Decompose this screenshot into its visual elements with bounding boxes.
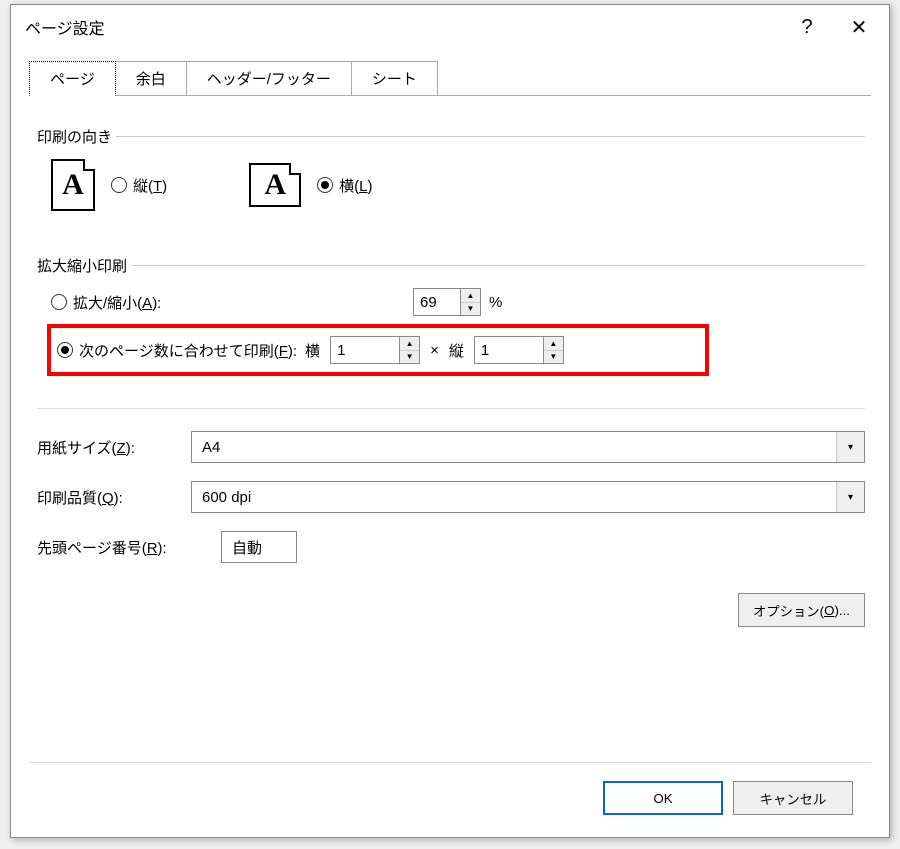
options-row: オプション(O)...: [37, 593, 865, 627]
spinner-down-icon[interactable]: ▼: [461, 303, 480, 316]
cancel-button[interactable]: キャンセル: [733, 781, 853, 815]
radio-bullet-icon: [317, 177, 333, 193]
orientation-group-line: [37, 136, 865, 137]
print-quality-label: 印刷品質(Q):: [37, 487, 177, 508]
tab-header-footer[interactable]: ヘッダー/フッター: [186, 61, 352, 96]
orientation-landscape-radio[interactable]: 横(L): [317, 175, 372, 196]
spinner-down-icon[interactable]: ▼: [400, 351, 419, 364]
portrait-page-icon-letter: A: [62, 168, 84, 202]
tab-content: 印刷の向き A 縦(T): [29, 96, 871, 762]
spinner-arrows[interactable]: ▲ ▼: [543, 337, 563, 363]
fit-to-label: 次のページ数に合わせて印刷(F):: [79, 340, 297, 361]
portrait-page-icon: A: [51, 159, 95, 211]
adjust-to-radio[interactable]: [51, 294, 67, 310]
paper-size-value: A4: [192, 435, 836, 460]
radio-bullet-icon: [51, 294, 67, 310]
tab-page[interactable]: ページ: [29, 61, 116, 96]
scaling-group: 拡大縮小印刷 拡大/縮小(A): ▲: [37, 245, 865, 382]
fit-wide-input[interactable]: [331, 337, 399, 363]
spinner-arrows[interactable]: ▲ ▼: [399, 337, 419, 363]
dialog-body: ページ 余白 ヘッダー/フッター シート 印刷の向き A: [11, 49, 889, 837]
paper-size-label: 用紙サイズ(Z):: [37, 437, 177, 458]
print-quality-row: 印刷品質(Q): 600 dpi ▾: [37, 481, 865, 513]
orientation-portrait-radio[interactable]: 縦(T): [111, 175, 167, 196]
fit-to-radio[interactable]: [57, 342, 73, 358]
fit-tall-spinner[interactable]: ▲ ▼: [474, 336, 564, 364]
orientation-portrait-label: 縦(T): [133, 175, 167, 196]
fit-tall-label: 縦: [449, 340, 464, 361]
fit-times-label: ×: [430, 342, 439, 359]
adjust-percent-spinner[interactable]: ▲ ▼: [413, 288, 481, 316]
dialog-footer: OK キャンセル: [29, 762, 871, 829]
separator: [37, 408, 865, 409]
first-page-label: 先頭ページ番号(R):: [37, 537, 207, 558]
orientation-landscape-label: 横(L): [339, 175, 372, 196]
adjust-percent-unit: %: [489, 294, 502, 311]
first-page-input[interactable]: 自動: [221, 531, 297, 563]
fit-wide-label: 横: [305, 340, 320, 361]
spinner-up-icon[interactable]: ▲: [461, 289, 480, 303]
spinner-up-icon[interactable]: ▲: [400, 337, 419, 351]
spinner-up-icon[interactable]: ▲: [544, 337, 563, 351]
page-setup-dialog: ページ設定 ? ✕ ページ 余白 ヘッダー/フッター シート 印刷の向き A: [10, 4, 890, 838]
adjust-to-label: 拡大/縮小(A):: [73, 292, 413, 313]
spinner-down-icon[interactable]: ▼: [544, 351, 563, 364]
tab-sheet[interactable]: シート: [351, 61, 438, 96]
fit-to-row-highlight: 次のページ数に合わせて印刷(F): 横 ▲ ▼ × 縦: [47, 324, 709, 376]
adjust-row: 拡大/縮小(A): ▲ ▼ %: [51, 284, 865, 320]
orientation-group: 印刷の向き A 縦(T): [37, 116, 865, 217]
scaling-group-line: [37, 265, 865, 266]
options-button[interactable]: オプション(O)...: [738, 593, 865, 627]
scaling-group-body: 拡大/縮小(A): ▲ ▼ %: [37, 266, 865, 382]
chevron-down-icon[interactable]: ▾: [836, 432, 864, 462]
paper-size-row: 用紙サイズ(Z): A4 ▾: [37, 431, 865, 463]
dialog-title: ページ設定: [25, 15, 781, 39]
fit-tall-input[interactable]: [475, 337, 543, 363]
landscape-page-icon: A: [249, 163, 301, 207]
first-page-row: 先頭ページ番号(R): 自動: [37, 531, 865, 563]
tab-margins[interactable]: 余白: [115, 61, 187, 96]
orientation-group-body: A 縦(T) A: [37, 137, 865, 217]
tab-strip: ページ 余白 ヘッダー/フッター シート: [29, 61, 871, 96]
print-quality-combo[interactable]: 600 dpi ▾: [191, 481, 865, 513]
scaling-group-label: 拡大縮小印刷: [37, 255, 131, 276]
help-button[interactable]: ?: [781, 7, 833, 47]
paper-size-combo[interactable]: A4 ▾: [191, 431, 865, 463]
landscape-page-icon-letter: A: [264, 168, 286, 202]
orientation-group-label: 印刷の向き: [37, 126, 116, 147]
close-button[interactable]: ✕: [833, 7, 885, 47]
ok-button[interactable]: OK: [603, 781, 723, 815]
radio-bullet-icon: [111, 177, 127, 193]
fit-wide-spinner[interactable]: ▲ ▼: [330, 336, 420, 364]
print-quality-value: 600 dpi: [192, 485, 836, 510]
adjust-percent-input[interactable]: [414, 289, 460, 315]
spinner-arrows[interactable]: ▲ ▼: [460, 289, 480, 315]
titlebar: ページ設定 ? ✕: [11, 5, 889, 49]
radio-bullet-icon: [57, 342, 73, 358]
chevron-down-icon[interactable]: ▾: [836, 482, 864, 512]
